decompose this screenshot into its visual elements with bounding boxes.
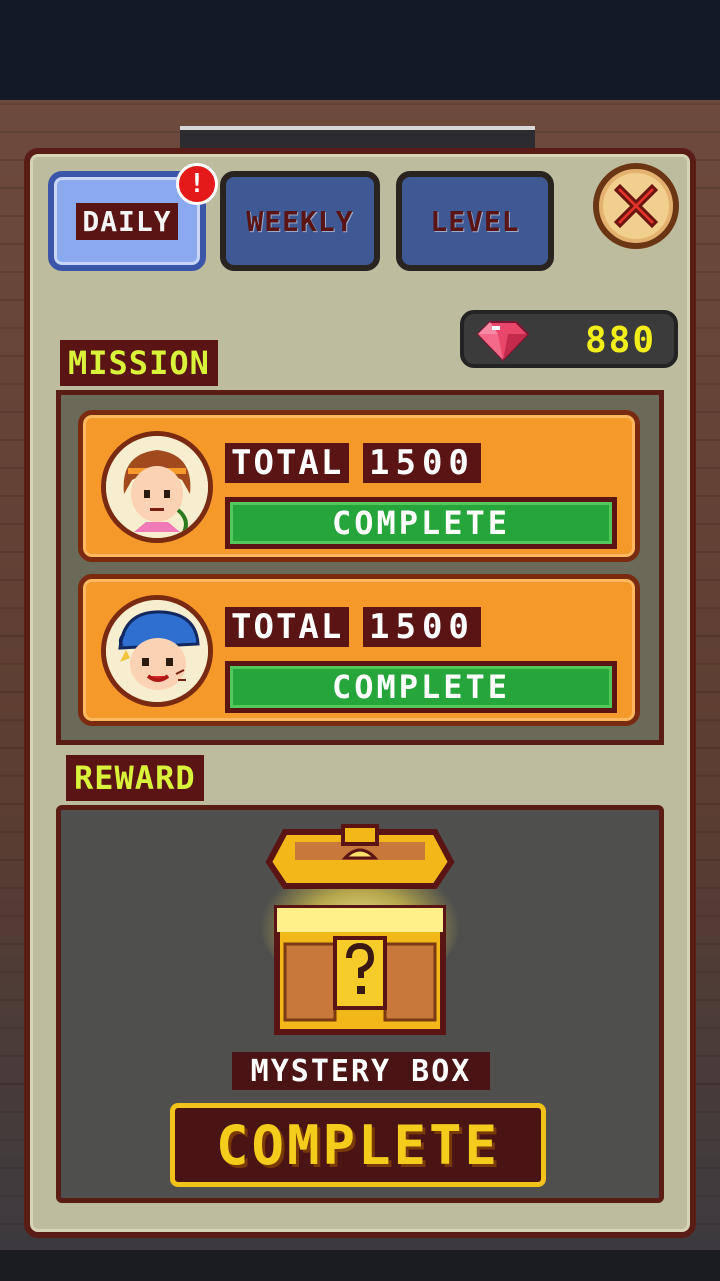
total-label: TOTAL [225,607,350,647]
reward-name: MYSTERY BOX [232,1052,490,1090]
complete-progress-bar: COMPLETE [225,661,617,713]
close-button[interactable] [593,163,679,249]
gem-icon [476,321,530,362]
mission-card: TOTAL 1500 COMPLETE [78,410,640,562]
gem-balance: 880 [460,310,678,368]
total-label: TOTAL [225,443,350,483]
mission-card: TOTAL 1500 COMPLETE [78,574,640,726]
avatar [101,595,213,707]
gem-count: 880 [584,320,656,361]
total-value: 1500 [363,607,481,647]
top-bar [0,0,720,100]
tab-level[interactable]: LEVEL [396,171,554,271]
total-value: 1500 [363,443,481,483]
alert-badge: ! [176,163,218,205]
close-x-icon [613,183,659,229]
girl-avatar-icon [106,436,208,538]
reward-heading: REWARD [66,755,204,801]
tab-level-label: LEVEL [430,204,520,238]
complete-progress-bar: COMPLETE [225,497,617,549]
background-rail [180,126,535,148]
tab-daily-label: DAILY [76,202,178,240]
tab-weekly-label: WEEKLY [246,204,354,238]
treasure-chest-icon [260,824,460,1035]
boy-cap-avatar-icon [106,600,208,702]
background-footer [0,1250,720,1281]
avatar [101,431,213,543]
tab-weekly[interactable]: WEEKLY [220,171,380,271]
claim-complete-button[interactable]: COMPLETE [170,1103,546,1187]
mission-heading: MISSION [60,340,218,386]
